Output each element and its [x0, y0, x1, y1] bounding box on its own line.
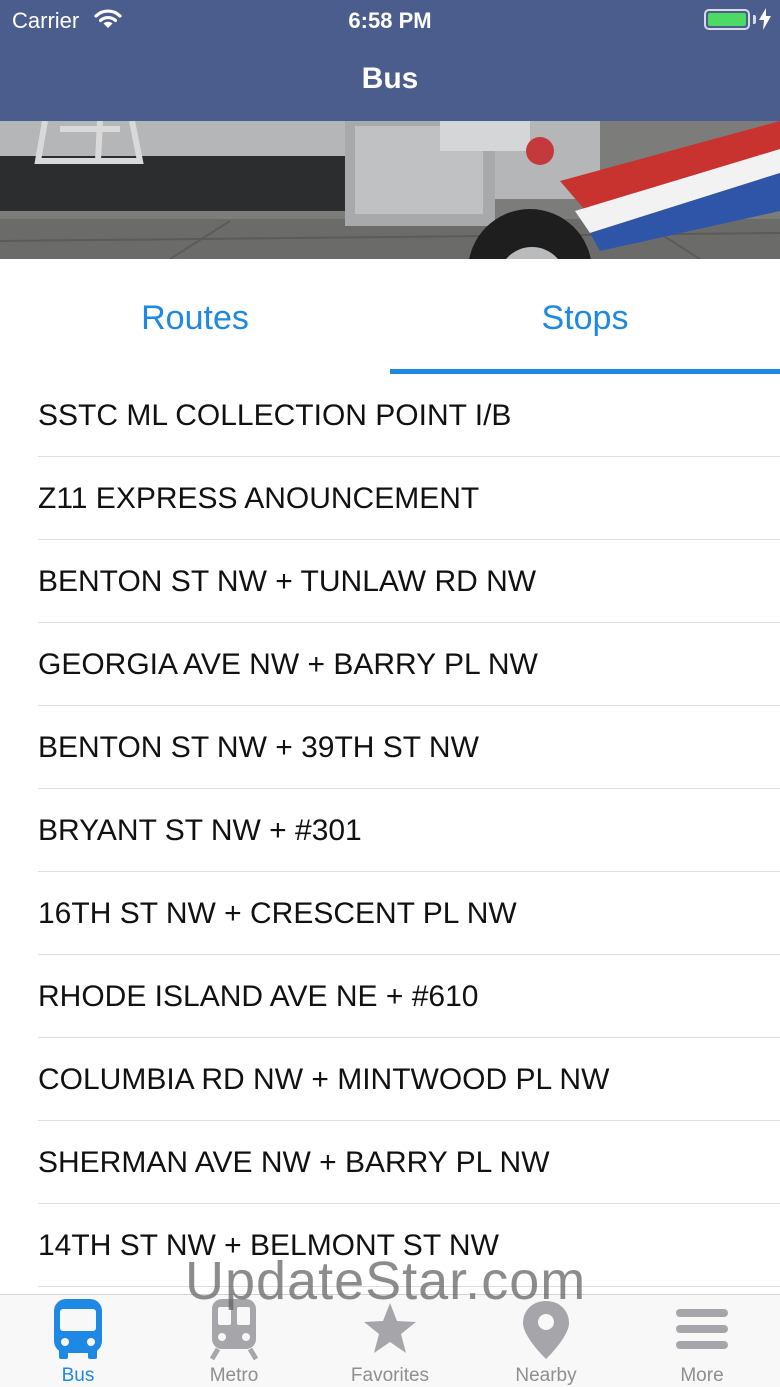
- navigation-bar: Carrier 6:58 PM Bus: [0, 0, 780, 121]
- stop-row[interactable]: Z11 EXPRESS ANOUNCEMENT: [0, 457, 780, 540]
- tab-bus[interactable]: Bus: [0, 1295, 156, 1387]
- nav-title: Bus: [361, 62, 419, 95]
- tab-more[interactable]: More: [624, 1295, 780, 1387]
- stop-row[interactable]: SSTC ML COLLECTION POINT I/B: [0, 374, 780, 457]
- battery-terminal: [753, 15, 756, 24]
- battery-icon: [704, 9, 750, 30]
- bus-icon: [50, 1299, 106, 1361]
- battery-level-fill: [708, 13, 746, 26]
- tab-nearby-label: Nearby: [515, 1365, 577, 1386]
- charging-bolt-icon: [759, 8, 771, 36]
- bus-header-photo: [0, 121, 780, 259]
- tab-favorites-label: Favorites: [350, 1365, 430, 1386]
- stop-row[interactable]: BENTON ST NW + 39TH ST NW: [0, 706, 780, 789]
- stop-row[interactable]: GEORGIA AVE NW + BARRY PL NW: [0, 623, 780, 706]
- status-bar: Carrier 6:58 PM: [0, 0, 780, 40]
- tab-more-label: More: [680, 1365, 724, 1386]
- tab-metro-label: Metro: [209, 1365, 259, 1386]
- stop-row[interactable]: SHERMAN AVE NW + BARRY PL NW: [0, 1121, 780, 1204]
- stop-row[interactable]: COLUMBIA RD NW + MINTWOOD PL NW: [0, 1038, 780, 1121]
- watermark: UpdateStar.com: [185, 1251, 587, 1311]
- tab-stops[interactable]: Stops: [390, 259, 780, 374]
- tab-bus-label: Bus: [61, 1365, 95, 1386]
- stop-row[interactable]: BRYANT ST NW + #301: [0, 789, 780, 872]
- status-time: 6:58 PM: [348, 8, 432, 33]
- tab-routes[interactable]: Routes: [0, 259, 390, 374]
- stop-row[interactable]: RHODE ISLAND AVE NE + #610: [0, 955, 780, 1038]
- routes-stops-segmented-control: Routes Stops: [0, 259, 780, 374]
- stop-row[interactable]: 16TH ST NW + CRESCENT PL NW: [0, 872, 780, 955]
- stops-list: SSTC ML COLLECTION POINT I/B Z11 EXPRESS…: [0, 374, 780, 1287]
- menu-icon: [674, 1299, 730, 1361]
- stop-row[interactable]: BENTON ST NW + TUNLAW RD NW: [0, 540, 780, 623]
